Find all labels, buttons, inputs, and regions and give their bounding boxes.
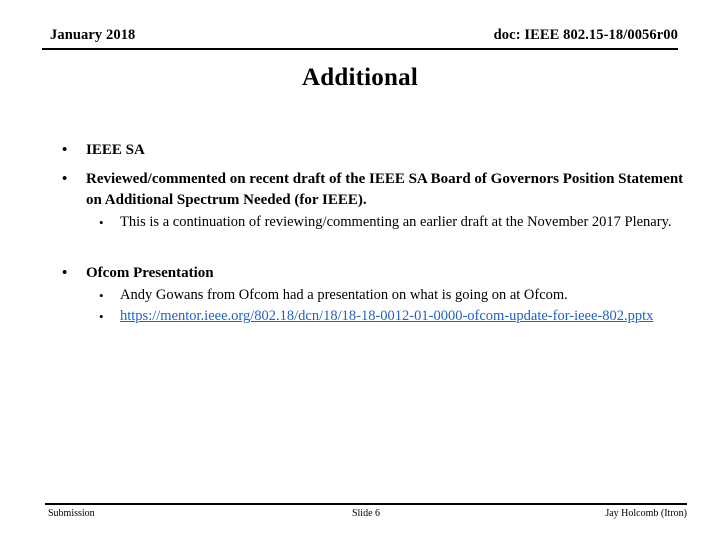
list-item: • This is a continuation of reviewing/co… bbox=[0, 212, 720, 234]
page-title: Additional bbox=[302, 64, 418, 91]
list-item: • Ofcom Presentation bbox=[0, 263, 720, 285]
list-item-text: Andy Gowans from Ofcom had a presentatio… bbox=[120, 286, 568, 303]
header-document-id: doc: IEEE 802.15-18/0056r00 bbox=[493, 27, 678, 43]
list-item-text: Ofcom Presentation bbox=[86, 265, 214, 281]
slide-footer: Submission Slide 6 Jay Holcomb (Itron) bbox=[45, 503, 687, 523]
list-item: • Andy Gowans from Ofcom had a presentat… bbox=[0, 285, 720, 307]
bullet-icon: • bbox=[99, 214, 104, 230]
slide-content: • IEEE SA • Reviewed/commented on recent… bbox=[0, 140, 720, 328]
footer-author: Jay Holcomb (Itron) bbox=[605, 508, 687, 519]
bullet-icon: • bbox=[62, 142, 68, 158]
list-item-text: Reviewed/commented on recent draft of th… bbox=[86, 170, 684, 209]
list-item: • IEEE SA bbox=[0, 140, 720, 162]
bullet-icon: • bbox=[62, 170, 68, 187]
list-item-text: IEEE SA bbox=[86, 142, 145, 158]
bullet-icon: • bbox=[99, 287, 104, 303]
bullet-icon: • bbox=[99, 309, 104, 324]
mentor-document-link[interactable]: https://mentor.ieee.org/802.18/dcn/18/18… bbox=[120, 308, 653, 324]
bullet-icon: • bbox=[62, 265, 68, 281]
footer-slide-number: Slide 6 bbox=[351, 508, 381, 519]
header-date: January 2018 bbox=[50, 27, 136, 43]
list-item-text: This is a continuation of reviewing/comm… bbox=[120, 213, 672, 230]
list-item: • Reviewed/commented on recent draft of … bbox=[0, 169, 720, 212]
slide-header: January 2018 doc: IEEE 802.15-18/0056r00 bbox=[42, 27, 678, 50]
list-item: • https://mentor.ieee.org/802.18/dcn/18/… bbox=[0, 306, 720, 328]
